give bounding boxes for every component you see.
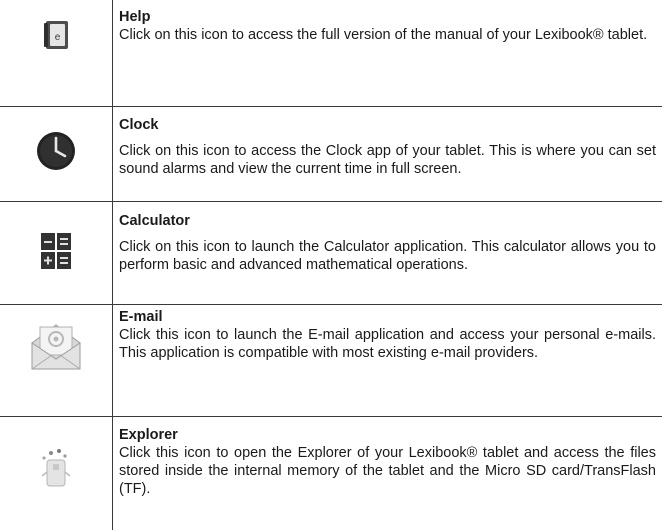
explorer-icon-cell	[0, 446, 112, 490]
clock-icon-cell	[0, 131, 112, 171]
explorer-text-cell: Explorer Click this icon to open the Exp…	[119, 426, 656, 498]
clock-icon	[37, 132, 75, 170]
row-description: Click on this icon to access the Clock a…	[119, 143, 656, 177]
row-title: Help	[119, 9, 151, 25]
row-title: Explorer	[119, 427, 178, 443]
explorer-icon	[41, 449, 71, 487]
help-icon-cell: e	[0, 20, 112, 50]
svg-text:e: e	[55, 32, 61, 43]
clock-text-cell: Clock Click on this icon to access the C…	[119, 116, 656, 178]
row-divider	[0, 416, 662, 417]
row-description: Click on this icon to access the full ve…	[119, 27, 648, 43]
calculator-icon-cell	[0, 233, 112, 269]
calculator-icon	[41, 233, 71, 269]
calculator-text-cell: Calculator Click on this icon to launch …	[119, 212, 656, 274]
email-envelope-icon	[31, 324, 81, 370]
row-divider	[0, 106, 662, 107]
help-text-cell: Help Click on this icon to access the fu…	[119, 8, 656, 44]
icon-description-table: e Help Click on this icon to access the …	[0, 0, 662, 530]
column-divider	[112, 0, 113, 530]
row-title: E-mail	[119, 309, 163, 325]
email-text-cell: E-mail Click this icon to launch the E-m…	[119, 308, 656, 362]
help-book-icon: e	[44, 21, 68, 49]
row-divider	[0, 201, 662, 202]
row-description: Click on this icon to launch the Calcula…	[119, 239, 656, 273]
row-description: Click this icon to launch the E-mail app…	[119, 327, 656, 361]
row-description: Click this icon to open the Explorer of …	[119, 445, 656, 497]
row-title: Clock	[119, 117, 159, 133]
row-title: Calculator	[119, 213, 190, 229]
email-icon-cell	[0, 319, 112, 373]
row-divider	[0, 304, 662, 305]
